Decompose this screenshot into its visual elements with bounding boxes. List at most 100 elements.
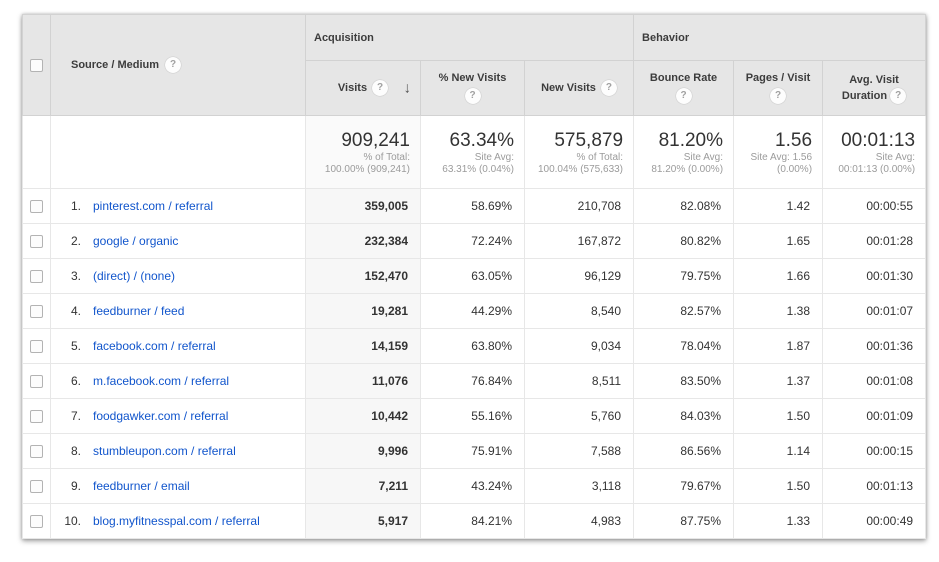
pages-visit-cell: 1.66 <box>734 259 823 294</box>
row-checkbox[interactable] <box>30 515 43 528</box>
visits-cell: 11,076 <box>306 364 421 399</box>
totals-pct-new-visits-cell: 63.34% Site Avg: 63.31% (0.04%) <box>421 116 525 189</box>
row-checkbox[interactable] <box>30 410 43 423</box>
source-medium-link[interactable]: blog.myfitnesspal.com / referral <box>93 514 260 528</box>
avg-duration-cell: 00:01:36 <box>823 329 926 364</box>
help-icon[interactable]: ? <box>601 80 617 96</box>
bounce-rate-cell: 80.82% <box>634 224 734 259</box>
help-icon[interactable]: ? <box>465 88 481 104</box>
source-medium-label: Source / Medium <box>71 59 159 71</box>
help-icon[interactable]: ? <box>165 57 181 73</box>
column-header-source-medium[interactable]: Source / Medium? <box>51 15 306 116</box>
totals-visits-cell: 909,241 % of Total: 100.00% (909,241) <box>306 116 421 189</box>
row-checkbox-cell <box>23 399 51 434</box>
table-row: 3.(direct) / (none) 152,470 63.05% 96,12… <box>23 259 926 294</box>
avg-duration-cell: 00:01:07 <box>823 294 926 329</box>
row-checkbox-cell <box>23 434 51 469</box>
table-row: 1.pinterest.com / referral 359,005 58.69… <box>23 189 926 224</box>
totals-avg-duration-subline1: Site Avg: <box>823 152 915 164</box>
new-visits-cell: 4,983 <box>525 504 634 539</box>
row-checkbox-cell <box>23 224 51 259</box>
table-row: 9.feedburner / email 7,211 43.24% 3,118 … <box>23 469 926 504</box>
row-checkbox-cell <box>23 364 51 399</box>
source-medium-link[interactable]: google / organic <box>93 234 178 248</box>
help-icon[interactable]: ? <box>372 80 388 96</box>
analytics-table: Source / Medium? Acquisition Behavior Vi… <box>22 14 926 539</box>
bounce-rate-cell: 83.50% <box>634 364 734 399</box>
new-visits-cell: 8,511 <box>525 364 634 399</box>
new-visits-cell: 5,760 <box>525 399 634 434</box>
new-visits-cell: 167,872 <box>525 224 634 259</box>
totals-bounce-rate-subline1: Site Avg: <box>634 152 723 164</box>
bounce-rate-cell: 79.75% <box>634 259 734 294</box>
source-medium-cell: 2. google / organic <box>51 224 306 259</box>
row-checkbox[interactable] <box>30 305 43 318</box>
avg-duration-cell: 00:00:15 <box>823 434 926 469</box>
help-icon[interactable]: ? <box>676 88 692 104</box>
totals-pages-visit-subline1: Site Avg: 1.56 <box>734 152 812 164</box>
source-medium-cell: 3.(direct) / (none) <box>51 259 306 294</box>
pct-new-visits-cell: 63.80% <box>421 329 525 364</box>
totals-new-visits-value: 575,879 <box>525 129 623 152</box>
select-all-cell <box>23 15 51 116</box>
row-rank: 9. <box>57 479 81 493</box>
table-row: 8.stumbleupon.com / referral 9,996 75.91… <box>23 434 926 469</box>
column-header-pages-visit[interactable]: Pages / Visit ? <box>734 61 823 116</box>
source-medium-link[interactable]: feedburner / email <box>93 479 190 493</box>
select-all-checkbox[interactable] <box>30 59 43 72</box>
visits-cell: 9,996 <box>306 434 421 469</box>
row-checkbox[interactable] <box>30 340 43 353</box>
row-rank: 5. <box>57 339 81 353</box>
row-rank: 4. <box>57 304 81 318</box>
column-header-avg-duration[interactable]: Avg. Visit Duration ? <box>823 61 926 116</box>
row-checkbox[interactable] <box>30 235 43 248</box>
table-row: 7.foodgawker.com / referral 10,442 55.16… <box>23 399 926 434</box>
new-visits-label: New Visits <box>541 82 596 94</box>
totals-avg-duration-subline2: 00:01:13 (0.00%) <box>823 164 915 176</box>
bounce-rate-cell: 84.03% <box>634 399 734 434</box>
row-checkbox[interactable] <box>30 200 43 213</box>
help-icon[interactable]: ? <box>770 88 786 104</box>
column-header-pct-new-visits[interactable]: % New Visits ? <box>421 61 525 116</box>
source-medium-link[interactable]: (direct) / (none) <box>93 269 175 283</box>
totals-visits-subline1: % of Total: <box>306 152 410 164</box>
totals-bounce-rate-value: 81.20% <box>634 129 723 152</box>
totals-pages-visit-value: 1.56 <box>734 129 812 152</box>
row-checkbox-cell <box>23 294 51 329</box>
column-header-bounce-rate[interactable]: Bounce Rate ? <box>634 61 734 116</box>
pages-visit-cell: 1.87 <box>734 329 823 364</box>
row-rank: 2. <box>57 234 81 248</box>
source-medium-link[interactable]: foodgawker.com / referral <box>93 409 228 423</box>
column-header-visits[interactable]: Visits? ↓ <box>306 61 421 116</box>
visits-label: Visits <box>338 82 367 94</box>
sort-descending-icon[interactable]: ↓ <box>404 80 412 97</box>
visits-cell: 152,470 <box>306 259 421 294</box>
source-medium-link[interactable]: stumbleupon.com / referral <box>93 444 236 458</box>
totals-pct-new-visits-subline2: 63.31% (0.04%) <box>421 164 514 176</box>
column-header-new-visits[interactable]: New Visits? <box>525 61 634 116</box>
bounce-rate-cell: 82.08% <box>634 189 734 224</box>
new-visits-cell: 3,118 <box>525 469 634 504</box>
visits-cell: 19,281 <box>306 294 421 329</box>
totals-pages-visit-cell: 1.56 Site Avg: 1.56 (0.00%) <box>734 116 823 189</box>
row-checkbox[interactable] <box>30 375 43 388</box>
source-medium-link[interactable]: pinterest.com / referral <box>93 199 213 213</box>
row-checkbox-cell <box>23 329 51 364</box>
visits-cell: 359,005 <box>306 189 421 224</box>
row-checkbox[interactable] <box>30 270 43 283</box>
source-medium-link[interactable]: feedburner / feed <box>93 304 184 318</box>
bounce-rate-cell: 87.75% <box>634 504 734 539</box>
source-medium-cell: 1.pinterest.com / referral <box>51 189 306 224</box>
group-header-acquisition: Acquisition <box>306 15 634 61</box>
avg-duration-cell: 00:00:55 <box>823 189 926 224</box>
row-checkbox[interactable] <box>30 445 43 458</box>
pages-visit-cell: 1.50 <box>734 469 823 504</box>
source-medium-cell: 9. feedburner / email <box>51 469 306 504</box>
help-icon[interactable]: ? <box>890 88 906 104</box>
pages-visit-cell: 1.65 <box>734 224 823 259</box>
totals-pct-new-visits-subline1: Site Avg: <box>421 152 514 164</box>
row-checkbox[interactable] <box>30 480 43 493</box>
table-row: 2.google / organic 232,384 72.24% 167,87… <box>23 224 926 259</box>
source-medium-link[interactable]: m.facebook.com / referral <box>93 374 229 388</box>
source-medium-link[interactable]: facebook.com / referral <box>93 339 216 353</box>
